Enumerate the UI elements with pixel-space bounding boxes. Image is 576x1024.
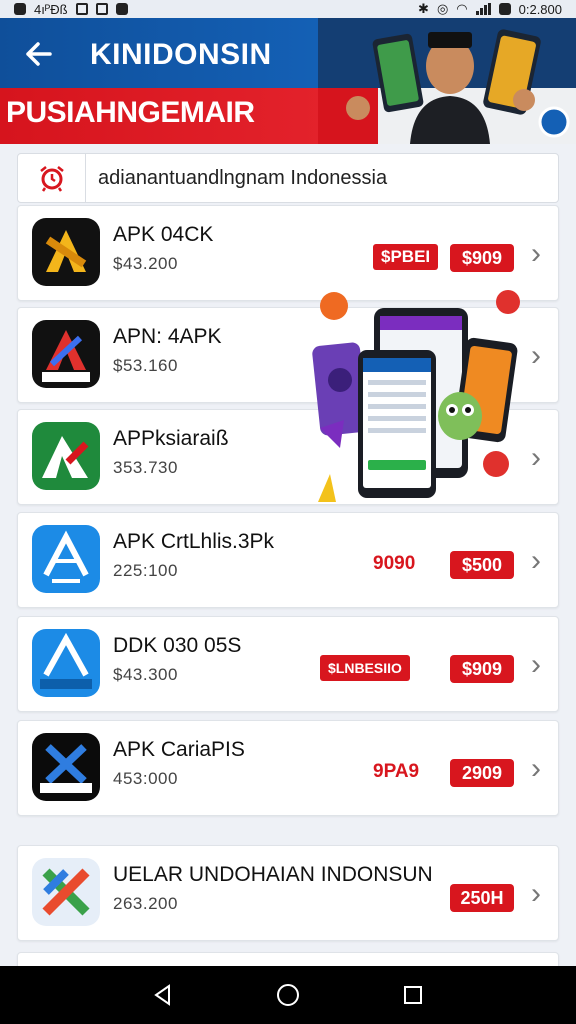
promo-text: 9090 <box>373 553 416 574</box>
header-subtitle: PUSIAHNGEMAIR <box>6 96 255 129</box>
search-icon-button[interactable] <box>18 154 86 202</box>
app-size: $53.160 <box>113 356 178 375</box>
app-icon <box>32 525 100 593</box>
app-icon <box>32 320 100 388</box>
wifi-icon: ◠ <box>456 1 468 16</box>
chevron-right-icon[interactable]: › <box>524 876 548 912</box>
notification-icon <box>14 3 26 15</box>
app-name: APN: 4APK <box>113 325 222 348</box>
status-left: 4ıᴾÐß <box>14 2 128 17</box>
app-logo-colorful-x-icon <box>32 858 100 926</box>
chevron-right-icon[interactable]: › <box>524 647 548 683</box>
alarm-status-icon: ◎ <box>436 1 449 16</box>
app-icon <box>32 858 100 926</box>
price-button[interactable]: 250H <box>450 884 514 912</box>
battery-icon <box>498 3 511 15</box>
app-logo-green-a-icon <box>32 422 100 490</box>
status-bar: 4ıᴾÐß ✱ ◎ ◠ 0:2.800 <box>0 0 576 18</box>
promo-person-illustration <box>318 18 576 144</box>
chevron-right-icon[interactable]: › <box>524 543 548 579</box>
image-icon <box>75 3 88 15</box>
app-name: UELAR UNDOHAIAN INDONSUN <box>113 863 433 886</box>
search-bar[interactable] <box>17 153 559 203</box>
app-list-item[interactable]: UELAR UNDOHAIAN INDONSUN 263.200 250H › <box>17 845 559 941</box>
app-size: $43.200 <box>113 254 178 273</box>
nav-back-button[interactable] <box>143 975 183 1015</box>
app-name: DDK 030 05S <box>113 634 242 657</box>
promo-text: 9PA9 <box>373 761 420 782</box>
download-icon <box>115 3 128 15</box>
app-icon <box>32 422 100 490</box>
search-input[interactable] <box>86 166 558 190</box>
price-button[interactable]: 2909 <box>450 759 514 787</box>
nav-recents-button[interactable] <box>393 975 433 1015</box>
price-button[interactable]: $909 <box>450 244 514 272</box>
app-logo-blue-a2-icon <box>32 629 100 697</box>
status-time: 0:2.800 <box>518 1 562 17</box>
app-size: 353.730 <box>113 458 178 477</box>
chevron-right-icon[interactable]: › <box>524 751 548 787</box>
bluetooth-icon: ✱ <box>418 1 429 16</box>
app-logo-red-a-icon <box>32 320 100 388</box>
shield-icon <box>95 3 108 15</box>
app-logo-gold-x-icon <box>32 218 100 286</box>
promo-badge: $LNBESIIO <box>320 655 410 681</box>
nav-back-icon <box>153 984 170 1006</box>
app-list-item[interactable]: APK CrtLhlis.3Pk 225:100 9090 $500 › <box>17 512 559 608</box>
app-icon <box>32 629 100 697</box>
back-button[interactable] <box>20 32 64 76</box>
nav-home-icon <box>276 984 299 1006</box>
header-banner: KINIDONSIN PUSIAHNGEMAIR <box>0 18 576 144</box>
status-right: ✱ ◎ ◠ 0:2.800 <box>418 1 562 17</box>
app-name: APK CariaPIS <box>113 738 245 761</box>
app-name: APK 04CK <box>113 223 214 246</box>
chevron-right-icon[interactable]: › <box>524 236 548 272</box>
status-left-text: 4ıᴾÐß <box>34 1 68 17</box>
system-nav-bar <box>0 966 576 1024</box>
promo-badge: $PBEI <box>373 244 439 270</box>
app-size: 453:000 <box>113 769 178 788</box>
nav-recents-icon <box>404 986 423 1004</box>
app-list-item[interactable]: APK CariaPIS 453:000 9PA9 2909 › <box>17 720 559 816</box>
signal-icon <box>475 3 491 15</box>
nav-home-button[interactable] <box>268 975 308 1015</box>
app-icon <box>32 733 100 801</box>
app-list-item[interactable]: APK 04CK $43.200 $PBEI $909 › <box>17 205 559 301</box>
header-title: KINIDONSIN <box>90 38 272 71</box>
app-list-item[interactable]: DDK 030 05S $43.300 $LNBESIIO $909 › <box>17 616 559 712</box>
app-size: 225:100 <box>113 561 178 580</box>
app-logo-dark-x-icon <box>32 733 100 801</box>
app-size: 263.200 <box>113 894 178 913</box>
app-logo-blue-a-icon <box>32 525 100 593</box>
alarm-icon <box>39 166 64 192</box>
app-icon <box>32 218 100 286</box>
promo-phones-illustration <box>312 290 520 502</box>
app-name: APK CrtLhlis.3Pk <box>113 530 275 553</box>
app-name: APPksiaraiß <box>113 427 229 450</box>
price-button[interactable]: $909 <box>450 655 514 683</box>
arrow-left-icon <box>26 42 52 66</box>
app-size: $43.300 <box>113 665 178 684</box>
price-button[interactable]: $500 <box>450 551 514 579</box>
